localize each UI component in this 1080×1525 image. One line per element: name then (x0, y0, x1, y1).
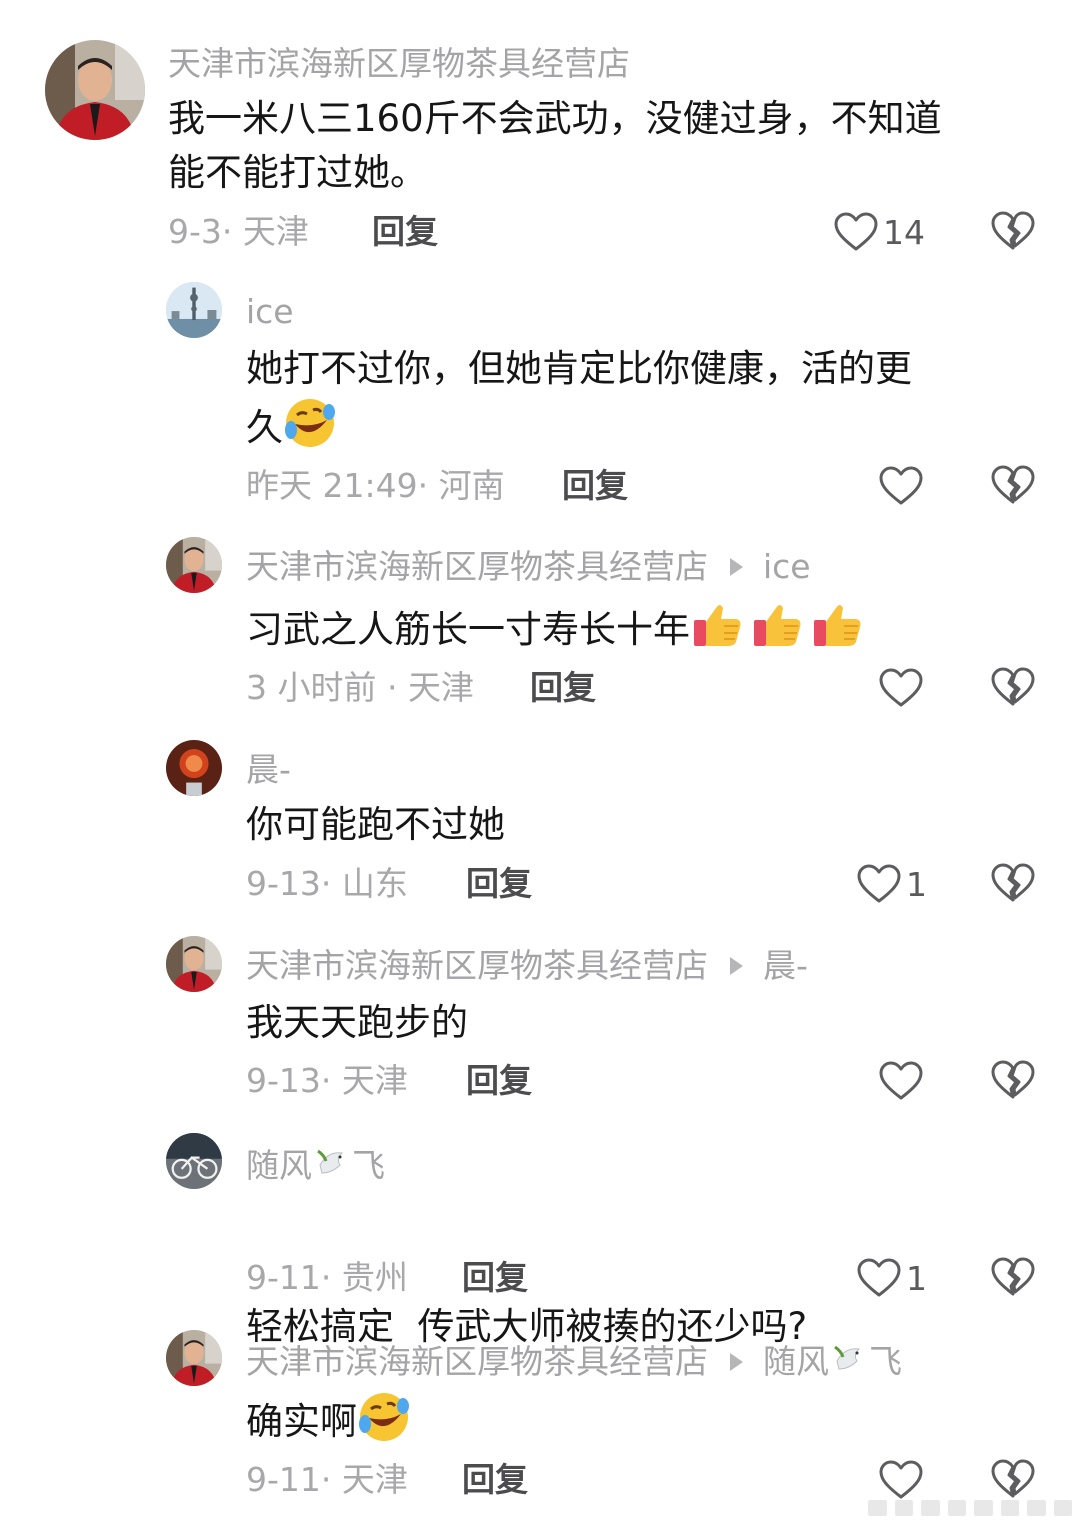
dislike-button[interactable] (990, 1458, 1036, 1502)
reply-to-user[interactable]: ice (763, 547, 811, 586)
comment-meta: 9-3· 天津 (168, 212, 309, 251)
comment-text-line: 我一米八三160斤不会武功，没健过身，不知道 (168, 97, 942, 140)
username: 天津市滨海新区厚物茶具经营店 随风 飞 (246, 1339, 902, 1382)
dislike-button[interactable] (990, 210, 1036, 254)
username[interactable]: 随风 飞 (246, 1143, 385, 1186)
play-arrow-icon (730, 957, 743, 975)
username-text[interactable]: 天津市滨海新区厚物茶具经营店 (246, 946, 708, 985)
watermark (868, 1500, 1072, 1516)
username[interactable]: 天津市滨海新区厚物茶具经营店 (168, 44, 630, 84)
heart-outline-icon (878, 465, 924, 507)
comment-meta: 9-13· 山东 (246, 864, 408, 903)
reply-button[interactable]: 回复 (466, 1061, 532, 1101)
comment-text-line: 她打不过你，但她肯定比你健康，活的更 (246, 347, 912, 390)
avatar[interactable] (166, 936, 222, 992)
like-button[interactable] (878, 666, 924, 710)
comment-text-line: 你可能跑不过她 (246, 803, 505, 846)
username-text: 飞 (352, 1146, 385, 1185)
comment-meta: 9-11· 贵州 (246, 1258, 408, 1297)
broken-heart-icon (990, 862, 1036, 904)
comment-text: 我一米八三160斤不会武功，没健过身，不知道 能不能打过她。 (168, 92, 1048, 200)
thumbs-up-emoji (810, 598, 864, 652)
broken-heart-icon (990, 210, 1036, 252)
comment-text: 她打不过你，但她肯定比你健康，活的更 久 (246, 342, 1036, 455)
rofl-emoji (283, 396, 337, 450)
like-button[interactable] (878, 464, 924, 508)
dove-emoji (312, 1143, 352, 1183)
like-count: 1 (906, 1258, 927, 1298)
heart-outline-icon (833, 211, 879, 253)
play-arrow-icon (730, 1353, 743, 1371)
comment-meta: 昨天 21:49· 河南 (246, 466, 505, 505)
comment-meta: 9-13· 天津 (246, 1061, 408, 1100)
reply-button[interactable]: 回复 (530, 668, 596, 708)
broken-heart-icon (990, 1256, 1036, 1298)
reply-to-user[interactable]: 晨- (763, 946, 808, 985)
comment-text-fragment: 久 (246, 406, 283, 449)
comment-text: 你可能跑不过她 (246, 798, 1036, 852)
comment-meta: 3 小时前 · 天津 (246, 668, 474, 707)
comment-text-line: 我天天跑步的 (246, 1001, 468, 1044)
broken-heart-icon (990, 1059, 1036, 1101)
heart-outline-icon (878, 1060, 924, 1102)
like-button[interactable] (878, 1059, 924, 1103)
username[interactable]: ice (246, 292, 294, 332)
username: 天津市滨海新区厚物茶具经营店 ice (246, 547, 811, 587)
dislike-button[interactable] (990, 1059, 1036, 1103)
like-button[interactable]: 14 (833, 210, 925, 254)
reply-button[interactable]: 回复 (466, 864, 532, 904)
heart-outline-icon (878, 1459, 924, 1501)
comment-text-line: 久 (246, 396, 1036, 455)
comment-text-fragment: 确实啊 (246, 1400, 357, 1443)
reply-button[interactable]: 回复 (462, 1258, 528, 1298)
avatar[interactable] (166, 537, 222, 593)
dislike-button[interactable] (990, 666, 1036, 710)
comment-text: 我天天跑步的 (246, 996, 1036, 1050)
rofl-emoji (357, 1390, 411, 1444)
comment-text-line: 习武之人筋长一寸寿长十年 (246, 598, 1036, 657)
comment-text-line: 确实啊 (246, 1390, 1036, 1449)
heart-outline-icon (878, 667, 924, 709)
comment-text: 确实啊 (246, 1390, 1036, 1449)
username-text[interactable]: 天津市滨海新区厚物茶具经营店 (246, 547, 708, 586)
like-button[interactable]: 1 (856, 1256, 927, 1300)
broken-heart-icon (990, 464, 1036, 506)
like-count: 1 (906, 864, 927, 904)
username-text: 随风 (246, 1146, 312, 1185)
heart-outline-icon (856, 1257, 902, 1299)
comment-meta: 9-11· 天津 (246, 1460, 408, 1499)
like-count: 14 (883, 212, 925, 252)
avatar[interactable] (166, 1133, 222, 1189)
comment-text: 习武之人筋长一寸寿长十年 (246, 598, 1036, 657)
reply-to-user[interactable]: 随风 飞 (763, 1342, 902, 1381)
dislike-button[interactable] (990, 862, 1036, 906)
thumbs-up-emoji (750, 598, 804, 652)
comment-text-fragment: 习武之人筋长一寸寿长十年 (246, 608, 690, 651)
like-button[interactable]: 1 (856, 862, 927, 906)
thumbs-up-emoji (690, 598, 744, 652)
heart-outline-icon (856, 863, 902, 905)
reply-button[interactable]: 回复 (562, 466, 628, 506)
avatar[interactable] (45, 40, 145, 140)
username-text[interactable]: 天津市滨海新区厚物茶具经营店 (246, 1342, 708, 1381)
avatar[interactable] (166, 740, 222, 796)
dislike-button[interactable] (990, 1256, 1036, 1300)
play-arrow-icon (730, 558, 743, 576)
dove-emoji (829, 1339, 869, 1379)
comment-text-line: 能不能打过她。 (168, 151, 427, 194)
reply-to-user-text: 随风 (763, 1342, 829, 1381)
reply-to-user-text: 飞 (869, 1342, 902, 1381)
reply-button[interactable]: 回复 (372, 212, 438, 252)
username: 天津市滨海新区厚物茶具经营店 晨- (246, 946, 808, 986)
username[interactable]: 晨- (246, 750, 291, 790)
broken-heart-icon (990, 666, 1036, 708)
broken-heart-icon (990, 1458, 1036, 1500)
avatar[interactable] (166, 1330, 222, 1386)
dislike-button[interactable] (990, 464, 1036, 508)
like-button[interactable] (878, 1458, 924, 1502)
avatar[interactable] (166, 282, 222, 338)
reply-button[interactable]: 回复 (462, 1460, 528, 1500)
